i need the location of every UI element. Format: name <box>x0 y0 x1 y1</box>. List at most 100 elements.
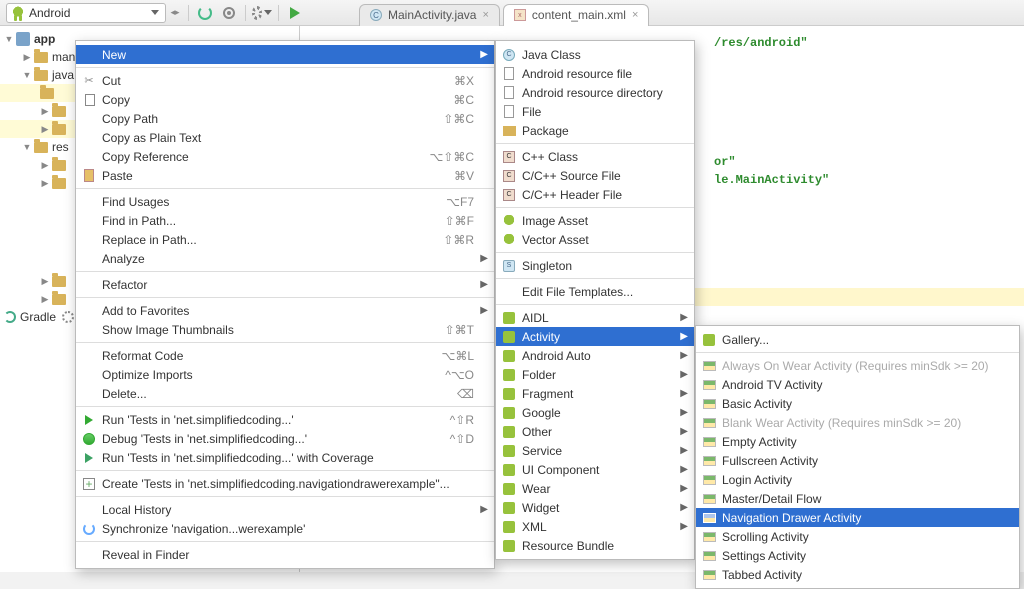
menu-item[interactable]: UI Component▶ <box>496 460 694 479</box>
menu-item[interactable]: Login Activity <box>696 470 1019 489</box>
shortcut: ⌥⇧⌘C <box>429 150 474 164</box>
menu-item[interactable]: Android Auto▶ <box>496 346 694 365</box>
menu-item[interactable]: Resource Bundle <box>496 536 694 555</box>
activity-template-icon <box>702 454 716 468</box>
menu-item[interactable]: CJava Class <box>496 45 694 64</box>
menu-item[interactable]: SSingleton <box>496 256 694 275</box>
sync-toolbar-button[interactable] <box>195 3 215 23</box>
menu-item[interactable]: Reveal in Finder <box>76 545 494 564</box>
menu-item[interactable]: Service▶ <box>496 441 694 460</box>
menu-item[interactable]: Package <box>496 121 694 140</box>
twisty-icon[interactable]: ▶ <box>22 52 32 62</box>
target-toolbar-button[interactable] <box>219 3 239 23</box>
menu-item[interactable]: Cut⌘X <box>76 71 494 90</box>
menu-item[interactable]: Local History▶ <box>76 500 494 519</box>
menu-item-label: Vector Asset <box>522 233 589 247</box>
twisty-icon[interactable]: ▶ <box>40 160 50 170</box>
activity-submenu[interactable]: Gallery...Always On Wear Activity (Requi… <box>695 325 1020 589</box>
twisty-icon[interactable]: ▶ <box>40 106 50 116</box>
menu-item[interactable]: Add to Favorites▶ <box>76 301 494 320</box>
tab-mainactivity[interactable]: C MainActivity.java × <box>359 4 500 26</box>
menu-item[interactable]: Debug 'Tests in 'net.simplifiedcoding...… <box>76 429 494 448</box>
menu-item-label: Analyze <box>102 252 145 266</box>
menu-item[interactable]: Android TV Activity <box>696 375 1019 394</box>
menu-item[interactable]: Fullscreen Activity <box>696 451 1019 470</box>
menu-item[interactable]: Delete...⌫ <box>76 384 494 403</box>
menu-item[interactable]: Settings Activity <box>696 546 1019 565</box>
sync-icon <box>82 522 96 536</box>
run-toolbar-button[interactable] <box>285 3 305 23</box>
menu-item[interactable]: Edit File Templates... <box>496 282 694 301</box>
submenu-arrow-icon: ▶ <box>680 312 688 323</box>
menu-item[interactable]: Synchronize 'navigation...werexample' <box>76 519 494 538</box>
menu-item[interactable]: Gallery... <box>696 330 1019 349</box>
twisty-icon[interactable]: ▶ <box>40 178 50 188</box>
menu-item[interactable]: Basic Activity <box>696 394 1019 413</box>
menu-item[interactable]: Paste⌘V <box>76 166 494 185</box>
menu-item[interactable]: Android resource file <box>496 64 694 83</box>
menu-item[interactable]: Folder▶ <box>496 365 694 384</box>
menu-item[interactable]: Copy⌘C <box>76 90 494 109</box>
menu-item[interactable]: New ▶ <box>76 45 494 64</box>
menu-item[interactable]: Copy Reference⌥⇧⌘C <box>76 147 494 166</box>
menu-item[interactable]: Android resource directory <box>496 83 694 102</box>
menu-item-label: Run 'Tests in 'net.simplifiedcoding...' … <box>102 451 374 465</box>
menu-item[interactable]: Vector Asset <box>496 230 694 249</box>
menu-item[interactable]: Image Asset <box>496 211 694 230</box>
create-test-icon: + <box>82 477 96 491</box>
menu-item[interactable]: +Create 'Tests in 'net.simplifiedcoding.… <box>76 474 494 493</box>
menu-item[interactable]: Empty Activity <box>696 432 1019 451</box>
menu-item[interactable]: Activity▶ <box>496 327 694 346</box>
menu-item[interactable]: Find Usages⌥F7 <box>76 192 494 211</box>
shortcut: ⌘V <box>454 169 474 183</box>
menu-item[interactable]: Replace in Path...⇧⌘R <box>76 230 494 249</box>
menu-item[interactable]: CC++ Class <box>496 147 694 166</box>
menu-item[interactable]: CC/C++ Header File <box>496 185 694 204</box>
twisty-icon[interactable]: ▼ <box>22 70 32 80</box>
menu-item[interactable]: Find in Path...⇧⌘F <box>76 211 494 230</box>
menu-item[interactable]: Tabbed Activity <box>696 565 1019 584</box>
menu-item[interactable]: Google▶ <box>496 403 694 422</box>
new-submenu[interactable]: CJava ClassAndroid resource fileAndroid … <box>495 40 695 560</box>
menu-item[interactable]: Analyze▶ <box>76 249 494 268</box>
menu-item[interactable]: Reformat Code⌥⌘L <box>76 346 494 365</box>
menu-item[interactable]: Show Image Thumbnails⇧⌘T <box>76 320 494 339</box>
menu-item[interactable]: Other▶ <box>496 422 694 441</box>
menu-item[interactable]: Copy as Plain Text <box>76 128 494 147</box>
twisty-icon[interactable]: ▶ <box>40 294 50 304</box>
menu-item[interactable]: Run 'Tests in 'net.simplifiedcoding...'^… <box>76 410 494 429</box>
menu-item-label: Fullscreen Activity <box>722 454 818 468</box>
module-collapse[interactable]: ◂▸ <box>170 8 180 18</box>
close-icon[interactable]: × <box>632 9 638 21</box>
module-name: Android <box>29 6 70 20</box>
menu-item[interactable]: Refactor▶ <box>76 275 494 294</box>
module-selector[interactable]: Android <box>6 3 166 23</box>
tab-label: MainActivity.java <box>388 8 476 22</box>
menu-item-label: Resource Bundle <box>522 539 614 553</box>
twisty-icon[interactable]: ▼ <box>22 142 32 152</box>
twisty-icon[interactable]: ▼ <box>4 34 14 44</box>
activity-template-icon <box>702 530 716 544</box>
menu-item[interactable]: Widget▶ <box>496 498 694 517</box>
menu-item-label: New <box>102 48 126 62</box>
menu-item[interactable]: Fragment▶ <box>496 384 694 403</box>
menu-item[interactable]: Run 'Tests in 'net.simplifiedcoding...' … <box>76 448 494 467</box>
submenu-arrow-icon: ▶ <box>480 49 488 60</box>
menu-item[interactable]: XML▶ <box>496 517 694 536</box>
menu-item[interactable]: Optimize Imports^⌥O <box>76 365 494 384</box>
close-icon[interactable]: × <box>482 9 488 21</box>
menu-item[interactable]: Scrolling Activity <box>696 527 1019 546</box>
menu-item[interactable]: CC/C++ Source File <box>496 166 694 185</box>
menu-item[interactable]: Wear▶ <box>496 479 694 498</box>
tab-contentmain[interactable]: x content_main.xml × <box>503 4 649 26</box>
context-menu[interactable]: New ▶ Cut⌘XCopy⌘CCopy Path⇧⌘CCopy as Plain… <box>75 40 495 569</box>
twisty-icon[interactable]: ▶ <box>40 124 50 134</box>
scissors-icon <box>82 74 96 88</box>
menu-item[interactable]: File <box>496 102 694 121</box>
twisty-icon[interactable]: ▶ <box>40 276 50 286</box>
menu-item[interactable]: AIDL▶ <box>496 308 694 327</box>
settings-toolbar-button[interactable] <box>252 3 272 23</box>
menu-item[interactable]: Navigation Drawer Activity <box>696 508 1019 527</box>
menu-item[interactable]: Copy Path⇧⌘C <box>76 109 494 128</box>
menu-item[interactable]: Master/Detail Flow <box>696 489 1019 508</box>
